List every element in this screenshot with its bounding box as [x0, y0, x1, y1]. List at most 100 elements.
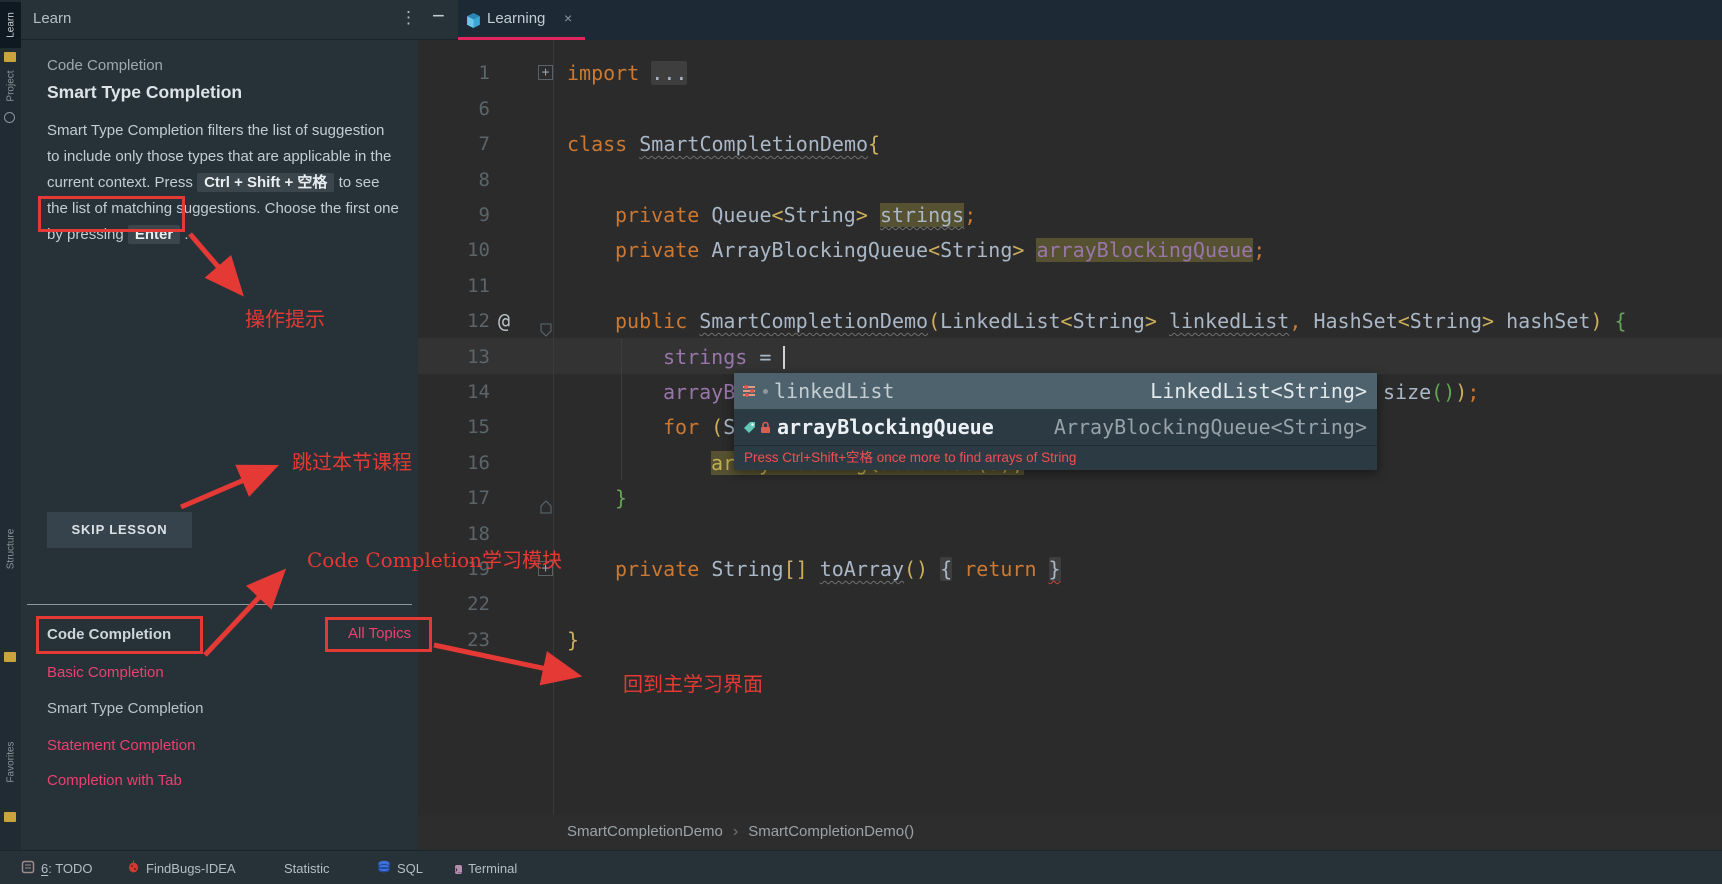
status-bar: 6: TODO FindBugs-IDEA Statistic SQL ›_ Termin…	[0, 850, 1722, 884]
code-text: for (S	[663, 415, 736, 440]
shortcut-chip: Ctrl + Shift + 空格	[197, 173, 335, 192]
annotation-tip-module: Code Completion学习模块	[307, 548, 563, 572]
code-text: class SmartCompletionDemo{	[567, 132, 881, 157]
learning-cube-icon	[465, 12, 482, 34]
close-tab-icon[interactable]: ×	[564, 10, 572, 26]
line-number: 11	[467, 274, 490, 297]
tab-label: Learning	[487, 10, 546, 27]
breadcrumb-separator: ›	[732, 823, 739, 840]
fold-marker-icon[interactable]	[538, 313, 554, 337]
field-lock-icon	[742, 420, 771, 435]
stripe-item-favorites[interactable]: Favorites	[0, 730, 21, 794]
completion-hint: Press Ctrl+Shift+空格 once more to find ar…	[734, 445, 1377, 470]
annotation-tip-action: 操作提示	[245, 307, 325, 331]
completion-item-type: ArrayBlockingQueue<String>	[1053, 415, 1367, 439]
completion-item-name: arrayBlockingQueue	[777, 415, 994, 439]
annotation-box-all-topics	[325, 617, 432, 652]
stripe-item-project[interactable]: Project	[0, 64, 21, 108]
status-item-label: Terminal	[468, 860, 518, 876]
status-item-label: 6: TODO	[41, 860, 93, 876]
parameter-icon	[742, 384, 757, 398]
code-line-19[interactable]: 19 + private String[] toArray() { return }	[418, 551, 1722, 587]
breadcrumb-item[interactable]: SmartCompletionDemo	[567, 823, 723, 840]
fold-marker-icon[interactable]	[538, 490, 554, 514]
kebab-menu-icon[interactable]: ⋮	[400, 8, 417, 28]
status-item-findbugs-idea[interactable]: FindBugs-IDEA	[127, 851, 236, 884]
code-text: }	[615, 486, 628, 511]
tool-window-stripe: Learn Project Structure Favorites	[0, 0, 21, 850]
status-item-sql[interactable]: SQL	[377, 851, 423, 884]
structure-icon	[4, 652, 16, 662]
learn-panel-header: Learn ⋮ −	[21, 0, 458, 40]
line-number: 14	[467, 380, 490, 403]
status-item-terminal[interactable]: ›_ Terminal	[455, 851, 517, 884]
code-line-8[interactable]: 8	[418, 162, 1722, 198]
database-icon	[377, 860, 391, 877]
breadcrumb-item[interactable]: SmartCompletionDemo()	[748, 823, 914, 840]
completion-item-arrayBlockingQueue[interactable]: arrayBlockingQueue ArrayBlockingQueue<Str…	[734, 409, 1377, 445]
module-item-statement-completion[interactable]: Statement Completion	[47, 737, 195, 754]
ide-window: Learn Project Structure Favorites Learn ⋮ −…	[0, 0, 1722, 884]
completion-item-linkedList[interactable]: linkedList LinkedList<String>	[734, 373, 1377, 409]
status-item-label: FindBugs-IDEA	[146, 860, 236, 876]
annotation-tip-back: 回到主学习界面	[623, 672, 763, 696]
lesson-title: Smart Type Completion	[47, 82, 243, 102]
code-text: }	[567, 627, 580, 652]
code-line-11[interactable]: 11	[418, 268, 1722, 304]
learn-panel-title: Learn	[33, 10, 72, 27]
code-line-9[interactable]: 9 private Queue<String> strings;	[418, 197, 1722, 233]
completion-item-name: linkedList	[774, 379, 895, 403]
completion-item-type: LinkedList<String>	[1150, 379, 1367, 403]
line-number: 15	[467, 416, 490, 439]
module-item-completion-with-tab[interactable]: Completion with Tab	[47, 772, 182, 789]
module-item-basic-completion[interactable]: Basic Completion	[47, 664, 164, 681]
code-line-13[interactable]: 13 strings =	[418, 339, 1722, 375]
line-number: 7	[478, 133, 490, 156]
line-number: 6	[478, 97, 490, 120]
code-line-22[interactable]: 22	[418, 586, 1722, 622]
fold-marker-icon[interactable]: +	[538, 65, 554, 81]
code-line-23[interactable]: 23}	[418, 622, 1722, 658]
status-item-label: Statistic	[284, 860, 330, 876]
code-line-10[interactable]: 10 private ArrayBlockingQueue<String> arr…	[418, 232, 1722, 268]
stripe-item-learn[interactable]: Learn	[0, 2, 21, 48]
annotation-box-code-completion	[36, 616, 203, 654]
code-line-17[interactable]: 17}	[418, 480, 1722, 516]
line-number: 17	[467, 487, 490, 510]
editor-tab-bar: Learning ×	[458, 0, 1722, 40]
code-line-6[interactable]: 6	[418, 91, 1722, 127]
status-item-todo[interactable]: 6: TODO	[21, 851, 93, 884]
code-text: private ArrayBlockingQueue<String> array…	[615, 238, 1266, 263]
code-line-18[interactable]: 18	[418, 516, 1722, 552]
code-line-12[interactable]: 12 @ public SmartCompletionDemo(LinkedList…	[418, 303, 1722, 339]
line-number: 9	[478, 203, 490, 226]
panel-divider	[27, 604, 412, 605]
skip-lesson-button[interactable]: SKIP LESSON	[47, 512, 192, 548]
annotation-gutter-icon: @	[498, 309, 511, 334]
terminal-icon: ›_	[455, 865, 463, 874]
hide-panel-icon[interactable]: −	[432, 3, 445, 29]
todo-icon	[21, 860, 35, 877]
line-number: 16	[467, 451, 490, 474]
stripe-circle-icon	[4, 112, 15, 123]
code-text: import ...	[567, 61, 688, 86]
line-number: 12	[467, 310, 490, 333]
completion-popup: linkedList LinkedList<String> arrayBlockin…	[734, 373, 1377, 470]
code-line-7[interactable]: 7 class SmartCompletionDemo{	[418, 126, 1722, 162]
line-number: 13	[467, 345, 490, 368]
code-text: strings =	[663, 344, 786, 369]
tab-learning[interactable]: Learning ×	[458, 0, 585, 40]
lesson-category: Code Completion	[47, 57, 163, 74]
status-item-label: SQL	[397, 860, 424, 876]
annotation-tip-skip: 跳过本节课程	[292, 450, 412, 474]
favorites-icon	[4, 812, 16, 822]
status-item-statistic[interactable]: Statistic	[278, 851, 330, 884]
dot-icon	[763, 388, 768, 394]
code-line-1[interactable]: 1 + import ...	[418, 55, 1722, 91]
module-item-smart-type-completion: Smart Type Completion	[47, 700, 204, 717]
bug-icon	[127, 860, 140, 876]
code-line-14-tail[interactable]: size());	[1383, 374, 1479, 410]
breadcrumb: SmartCompletionDemo › SmartCompletionDemo(…	[418, 815, 1722, 850]
stripe-item-structure[interactable]: Structure	[0, 520, 21, 578]
code-text: arrayB	[663, 379, 736, 404]
